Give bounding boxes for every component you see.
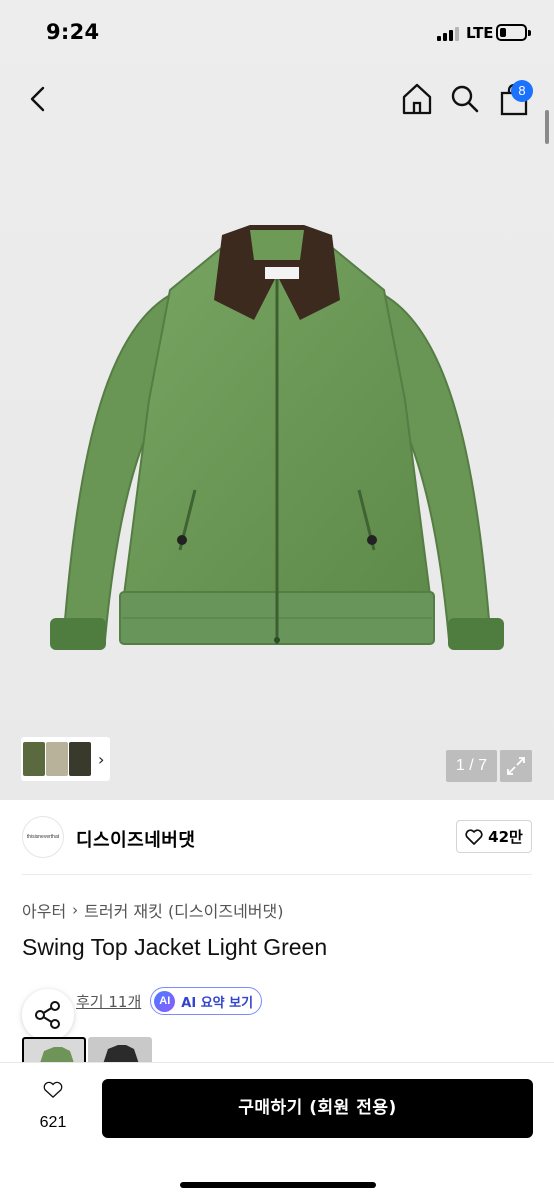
image-page-indicator: 1 / 7 <box>446 750 497 782</box>
brand-logo[interactable]: thisisneverthat <box>22 816 64 858</box>
thumbnail-3[interactable] <box>69 742 91 776</box>
home-icon[interactable] <box>400 81 434 117</box>
breadcrumb-category[interactable]: 아우터 <box>22 898 66 922</box>
thumbnail-1[interactable] <box>23 742 45 776</box>
review-count-link[interactable]: 후기 11개 <box>76 991 141 1012</box>
thumbnail-strip[interactable]: › <box>21 737 110 781</box>
wishlist-count: 621 <box>39 1114 67 1131</box>
ai-summary-label: AI 요약 보기 <box>181 995 254 1011</box>
breadcrumb-subcategory[interactable]: 트러커 재킷 (디스이즈네버댓) <box>84 898 283 922</box>
expand-icon[interactable] <box>500 750 532 782</box>
brand-name[interactable]: 디스이즈네버댓 <box>76 826 195 852</box>
scroll-indicator <box>545 110 549 144</box>
thumbnail-2[interactable] <box>46 742 68 776</box>
network-label: LTE <box>466 24 494 42</box>
search-icon[interactable] <box>449 82 481 116</box>
ai-badge-icon: AI <box>154 990 176 1012</box>
status-time: 9:24 <box>46 20 100 44</box>
signal-icon <box>437 27 459 41</box>
product-title: Swing Top Jacket Light Green <box>22 934 328 960</box>
buy-button[interactable]: 구매하기 (회원 전용) <box>102 1079 533 1138</box>
ai-summary-button[interactable]: AI AI 요약 보기 <box>150 987 263 1015</box>
divider <box>22 874 532 875</box>
home-indicator[interactable] <box>180 1182 376 1188</box>
heart-icon <box>465 828 483 845</box>
brand-like-count: 42만 <box>488 828 523 846</box>
cart-count-badge: 8 <box>511 80 533 102</box>
chevron-right-icon: › <box>72 901 79 919</box>
product-image[interactable] <box>10 200 544 670</box>
brand-like-button[interactable]: 42만 <box>456 820 532 853</box>
battery-icon <box>496 24 531 41</box>
share-icon[interactable] <box>22 989 74 1041</box>
chevron-right-icon[interactable]: › <box>98 750 104 769</box>
breadcrumb: 아우터 › 트러커 재킷 (디스이즈네버댓) <box>22 898 283 922</box>
status-bar: 9:24 LTE <box>0 0 554 64</box>
back-arrow-icon[interactable] <box>22 80 56 118</box>
wishlist-heart-icon[interactable] <box>30 1080 76 1112</box>
